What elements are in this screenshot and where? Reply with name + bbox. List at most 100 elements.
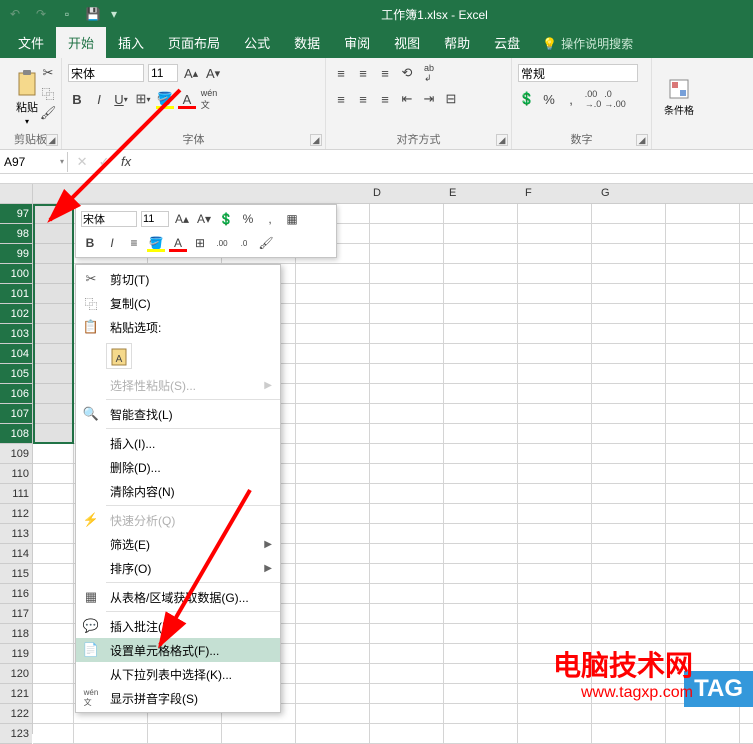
cell[interactable] xyxy=(666,524,740,543)
cell[interactable] xyxy=(592,464,666,483)
font-name-select[interactable] xyxy=(68,64,144,82)
cell[interactable] xyxy=(370,564,444,583)
cell[interactable] xyxy=(296,604,370,623)
cell[interactable] xyxy=(592,244,666,263)
cell[interactable] xyxy=(518,544,592,563)
percent-button[interactable]: % xyxy=(540,90,558,108)
mini-fill-color[interactable]: 🪣 xyxy=(147,234,165,252)
cell[interactable] xyxy=(444,264,518,283)
confirm-formula-button[interactable]: ✓ xyxy=(93,154,115,170)
cell[interactable] xyxy=(444,464,518,483)
cell[interactable] xyxy=(592,264,666,283)
row-header[interactable]: 106 xyxy=(0,384,32,404)
row-header[interactable]: 103 xyxy=(0,324,32,344)
cancel-formula-button[interactable]: ✕ xyxy=(71,154,93,170)
cell[interactable] xyxy=(296,624,370,643)
tab-help[interactable]: 帮助 xyxy=(432,27,482,58)
cell[interactable] xyxy=(296,384,370,403)
cell[interactable] xyxy=(666,724,740,743)
mini-border[interactable]: ⊞ xyxy=(191,234,209,252)
formula-input[interactable] xyxy=(137,153,753,171)
format-painter-button[interactable]: 🖌 xyxy=(39,104,57,122)
mini-format-table[interactable]: ▦ xyxy=(283,210,301,228)
cell[interactable] xyxy=(666,344,740,363)
comma-button[interactable]: , xyxy=(562,90,580,108)
row-header[interactable]: 105 xyxy=(0,364,32,384)
cell[interactable] xyxy=(666,244,740,263)
font-launcher[interactable]: ◢ xyxy=(310,134,322,146)
row-header[interactable]: 99 xyxy=(0,244,32,264)
col-header-g[interactable]: G xyxy=(601,187,610,199)
row-header[interactable]: 112 xyxy=(0,504,32,524)
row-header[interactable]: 100 xyxy=(0,264,32,284)
row-header[interactable]: 117 xyxy=(0,604,32,624)
cell[interactable] xyxy=(518,364,592,383)
cell[interactable] xyxy=(518,724,592,743)
row-header[interactable]: 109 xyxy=(0,444,32,464)
cell[interactable] xyxy=(33,724,74,743)
cell[interactable] xyxy=(370,224,444,243)
mini-decrease-font[interactable]: A▾ xyxy=(195,210,213,228)
menu-cut[interactable]: ✂ 剪切(T) xyxy=(76,267,280,291)
align-top-button[interactable]: ≡ xyxy=(332,64,350,82)
align-bottom-button[interactable]: ≡ xyxy=(376,64,394,82)
cell[interactable] xyxy=(518,704,592,723)
decrease-font-button[interactable]: A▾ xyxy=(204,64,222,82)
menu-insert[interactable]: 插入(I)... xyxy=(76,431,280,455)
cell[interactable] xyxy=(222,724,296,743)
decrease-decimal-button[interactable]: .0→.00 xyxy=(606,90,624,108)
cell[interactable] xyxy=(370,204,444,223)
cell[interactable] xyxy=(370,704,444,723)
cell[interactable] xyxy=(296,544,370,563)
row-header[interactable]: 98 xyxy=(0,224,32,244)
cell[interactable] xyxy=(296,324,370,343)
align-center-button[interactable]: ≡ xyxy=(354,90,372,108)
cell[interactable] xyxy=(444,244,518,263)
cell[interactable] xyxy=(592,564,666,583)
cell[interactable] xyxy=(74,724,148,743)
cell[interactable] xyxy=(592,324,666,343)
qat-new[interactable]: ▫ xyxy=(56,3,78,25)
cell[interactable] xyxy=(592,304,666,323)
cell[interactable] xyxy=(296,644,370,663)
insert-function-button[interactable]: fx xyxy=(115,154,137,169)
cell[interactable] xyxy=(592,424,666,443)
cell[interactable] xyxy=(666,564,740,583)
cell[interactable] xyxy=(370,404,444,423)
cell[interactable] xyxy=(33,584,74,603)
cell[interactable] xyxy=(296,724,370,743)
cell[interactable] xyxy=(370,584,444,603)
clipboard-launcher[interactable]: ◢ xyxy=(46,134,58,146)
cell[interactable] xyxy=(370,644,444,663)
cell[interactable] xyxy=(33,564,74,583)
cell[interactable] xyxy=(444,624,518,643)
merge-button[interactable]: ⊟ xyxy=(442,90,460,108)
cell[interactable] xyxy=(148,724,222,743)
accounting-button[interactable]: 💲 xyxy=(518,90,536,108)
cell[interactable] xyxy=(444,664,518,683)
cell[interactable] xyxy=(592,524,666,543)
cell[interactable] xyxy=(296,504,370,523)
cell[interactable] xyxy=(370,324,444,343)
cell[interactable] xyxy=(33,524,74,543)
cell[interactable] xyxy=(296,464,370,483)
cell[interactable] xyxy=(370,504,444,523)
increase-decimal-button[interactable]: .00→.0 xyxy=(584,90,602,108)
cell[interactable] xyxy=(33,704,74,723)
cell[interactable] xyxy=(444,684,518,703)
cell[interactable] xyxy=(444,704,518,723)
cell[interactable] xyxy=(518,424,592,443)
cell[interactable] xyxy=(518,504,592,523)
cell[interactable] xyxy=(33,464,74,483)
row-header[interactable]: 119 xyxy=(0,644,32,664)
cell[interactable] xyxy=(666,364,740,383)
cell[interactable] xyxy=(518,304,592,323)
cell[interactable] xyxy=(518,524,592,543)
menu-pick-from-list[interactable]: 从下拉列表中选择(K)... xyxy=(76,662,280,686)
cell[interactable] xyxy=(666,284,740,303)
orientation-button[interactable]: ⟲ xyxy=(398,64,416,82)
qat-save[interactable]: 💾 xyxy=(82,3,104,25)
menu-insert-comment[interactable]: 💬 插入批注(M) xyxy=(76,614,280,638)
tab-yunpan[interactable]: 云盘 xyxy=(482,27,532,58)
cell[interactable] xyxy=(444,364,518,383)
